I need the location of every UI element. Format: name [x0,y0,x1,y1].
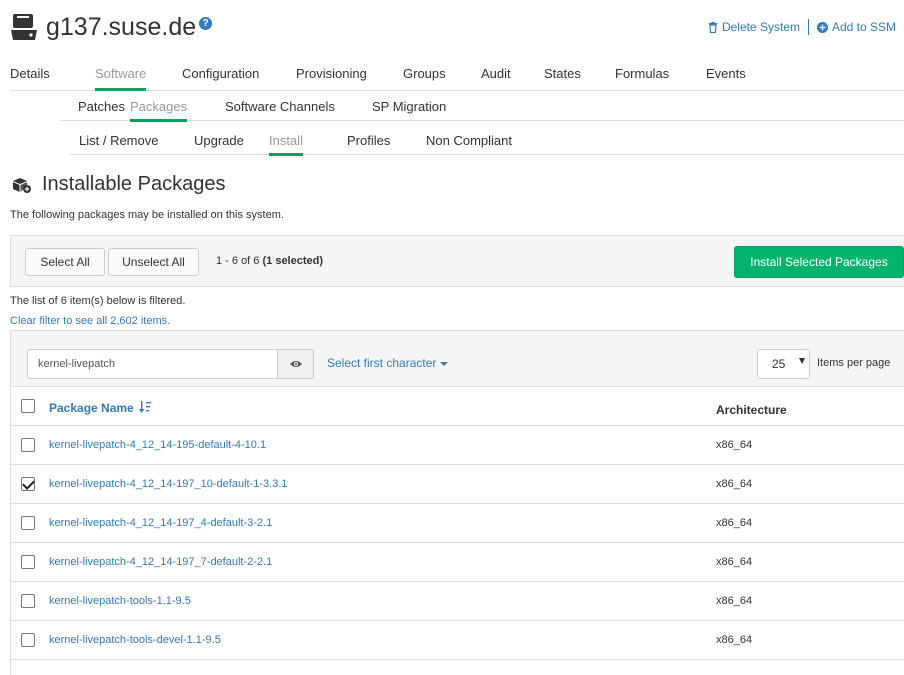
tab-software-channels[interactable]: Software Channels [225,99,335,114]
table-header: Package Name Architecture [11,387,904,426]
add-to-ssm-button[interactable]: Add to SSM [816,20,896,34]
plus-circle-icon [816,21,828,33]
unselect-all-button[interactable]: Unselect All [108,248,199,276]
eye-icon [289,361,302,367]
tab-profiles[interactable]: Profiles [347,133,390,148]
tab-patches[interactable]: Patches [78,99,125,114]
table-row: kernel-livepatch-tools-devel-1.1-9.5 x86_… [11,621,904,660]
tab-upgrade[interactable]: Upgrade [194,133,244,148]
filter-note: The list of 6 item(s) below is filtered. [10,295,186,307]
selection-count: 1 - 6 of 6 (1 selected) [216,255,323,267]
select-all-button[interactable]: Select All [25,248,105,276]
filter-button[interactable] [277,349,314,379]
package-architecture: x86_64 [716,478,753,490]
package-architecture: x86_64 [716,517,753,529]
column-package-name-label: Package Name [49,401,134,415]
trash-icon [708,21,717,33]
row-checkbox[interactable] [21,594,35,608]
table-row: kernel-livepatch-4_12_14-197_4-default-3… [11,504,904,543]
row-checkbox[interactable] [21,438,35,452]
first-character-label: Select first character [327,356,437,370]
tab-list-remove[interactable]: List / Remove [79,133,158,148]
delete-system-label: Delete System [721,20,800,34]
select-all-checkbox[interactable] [21,399,35,413]
software-subtabs: Patches Packages Software Channels SP Mi… [60,99,904,122]
package-name-link[interactable]: kernel-livepatch-tools-devel-1.1-9.5 [49,634,221,646]
tab-audit[interactable]: Audit [481,66,511,81]
selected-count: (1 selected) [262,255,324,267]
tab-packages[interactable]: Packages [130,99,188,122]
add-to-ssm-label: Add to SSM [831,20,896,34]
items-per-page-label: Items per page [817,357,891,369]
tab-details[interactable]: Details [10,66,50,81]
packages-icon [11,175,33,198]
server-icon [9,12,39,42]
caret-down-icon [440,361,449,366]
package-name-link[interactable]: kernel-livepatch-tools-1.1-9.5 [49,595,191,607]
table-row: kernel-livepatch-tools-1.1-9.5 x86_64 [11,582,904,621]
row-checkbox[interactable] [21,477,35,491]
items-per-page-select[interactable]: 25 [757,349,810,379]
tab-events[interactable]: Events [706,66,746,81]
package-name-link[interactable]: kernel-livepatch-4_12_14-197_4-default-3… [49,517,272,529]
tab-provisioning[interactable]: Provisioning [296,66,367,81]
tab-install[interactable]: Install [269,133,303,156]
separator [807,19,809,35]
package-architecture: x86_64 [716,556,753,568]
main-tabs: Details Software Configuration Provision… [10,66,904,91]
column-architecture[interactable]: Architecture [716,403,787,417]
packages-table: Package Name Architecture kernel-livepat… [10,387,904,675]
column-package-name[interactable]: Package Name [49,401,152,415]
filter-panel: Select first character 25 Items per page [10,330,904,387]
clear-filter-link[interactable]: Clear filter to see all 2,602 items. [10,315,170,327]
table-row: kernel-livepatch-4_12_14-197_7-default-2… [11,543,904,582]
package-name-link[interactable]: kernel-livepatch-4_12_14-197_10-default-… [49,478,288,490]
package-name-link[interactable]: kernel-livepatch-4_12_14-195-default-4-1… [49,439,266,451]
tab-software[interactable]: Software [95,66,147,91]
sort-alpha-icon [139,401,152,413]
selection-toolbar: Select All Unselect All 1 - 6 of 6 (1 se… [10,235,904,287]
per-page-value: 25 [772,357,786,371]
row-checkbox[interactable] [21,516,35,530]
package-architecture: x86_64 [716,634,753,646]
delete-system-button[interactable]: Delete System [708,20,800,34]
table-row: kernel-livepatch-4_12_14-195-default-4-1… [11,426,904,465]
tab-configuration[interactable]: Configuration [182,66,259,81]
section-title: Installable Packages [42,173,226,195]
row-checkbox[interactable] [21,633,35,647]
header-actions: Delete System Add to SSM [708,19,896,35]
tab-states[interactable]: States [544,66,581,81]
tab-formulas[interactable]: Formulas [615,66,669,81]
filter-input[interactable] [27,349,277,379]
page-title: g137.suse.de? [46,12,213,42]
tab-sp-migration[interactable]: SP Migration [372,99,446,114]
range-text: 1 - 6 of 6 [216,255,263,267]
package-name-link[interactable]: kernel-livepatch-4_12_14-197_7-default-2… [49,556,272,568]
tab-non-compliant[interactable]: Non Compliant [426,133,512,148]
row-checkbox[interactable] [21,555,35,569]
packages-subtabs: List / Remove Upgrade Install Profiles N… [70,133,904,156]
install-selected-button[interactable]: Install Selected Packages [734,246,904,278]
question-circle-icon[interactable]: ? [199,16,213,30]
package-architecture: x86_64 [716,595,753,607]
tab-groups[interactable]: Groups [403,66,446,81]
first-character-dropdown[interactable]: Select first character [327,356,449,370]
package-architecture: x86_64 [716,439,753,451]
system-name: g137.suse.de [46,13,197,41]
section-description: The following packages may be installed … [10,209,284,221]
table-row: kernel-livepatch-4_12_14-197_10-default-… [11,465,904,504]
dropdown-arrow-icon [799,358,805,364]
